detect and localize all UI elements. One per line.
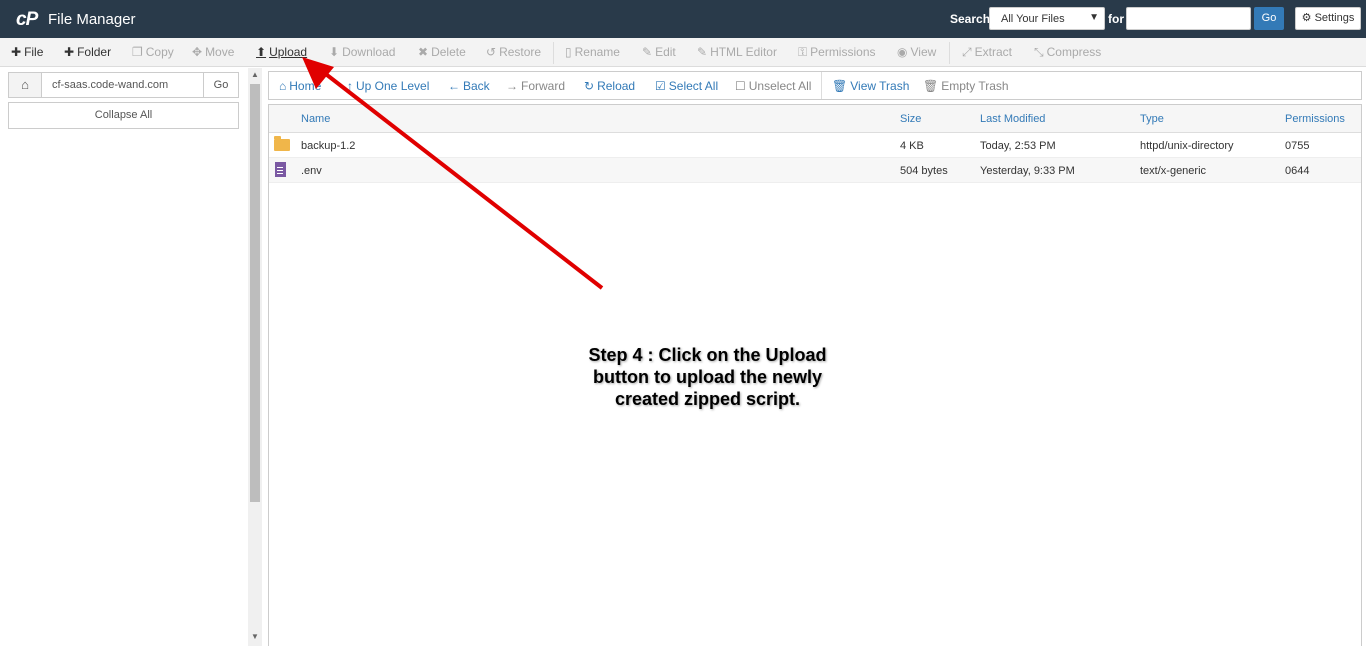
arrow-head [302, 57, 334, 89]
annotation-line: created zipped script. [614, 389, 801, 409]
arrow-shaft [316, 66, 604, 290]
annotation-line: Step 4 : Click on the Upload [588, 345, 827, 365]
annotation-line: button to upload the newly [593, 367, 822, 387]
annotation-text: Step 4 : Click on the Upload button to u… [560, 344, 855, 410]
annotation-arrow [302, 57, 604, 290]
